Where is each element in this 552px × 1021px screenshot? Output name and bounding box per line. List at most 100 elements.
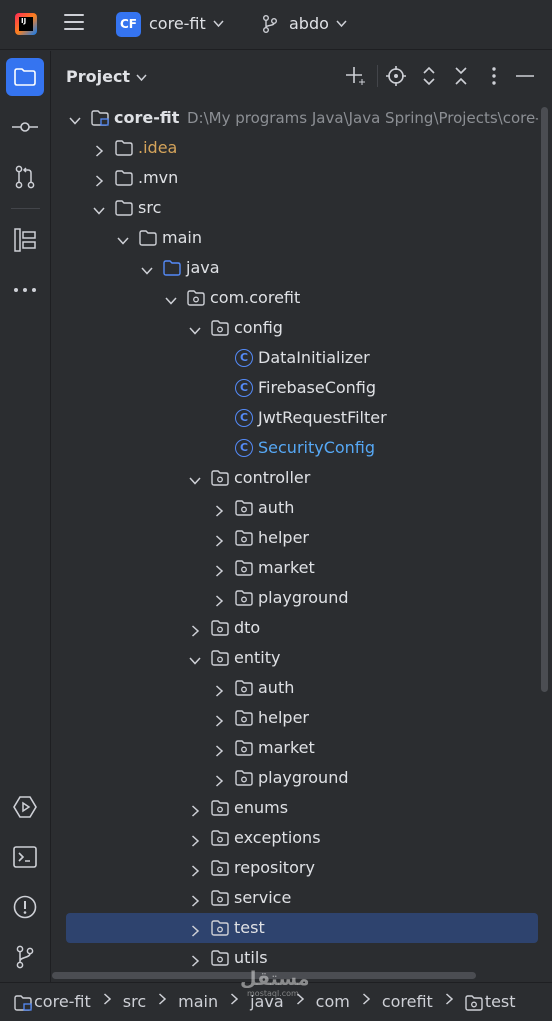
breadcrumb-item[interactable]: src <box>123 992 146 1011</box>
tree-item[interactable]: auth <box>52 673 538 703</box>
tree-item[interactable]: test <box>52 913 538 943</box>
tree-item[interactable]: config <box>52 313 538 343</box>
chevron-right-icon[interactable] <box>213 742 225 757</box>
chevron-down-icon[interactable] <box>189 652 201 665</box>
minimize-icon[interactable] <box>514 65 536 87</box>
tree-item[interactable]: core-fit D:\My programs Java\Java Spring\… <box>52 103 538 133</box>
package-icon <box>211 470 229 486</box>
tree-item[interactable]: auth <box>52 493 538 523</box>
services-tool-button[interactable] <box>6 788 44 826</box>
chevron-right-icon[interactable] <box>213 712 225 727</box>
tree-item-label: main <box>162 228 202 247</box>
pull-requests-tool-button[interactable] <box>6 158 44 196</box>
tree-item[interactable]: service <box>52 883 538 913</box>
structure-tool-button[interactable] <box>6 221 44 259</box>
breadcrumb-item[interactable]: core-fit <box>34 992 91 1011</box>
branch-name[interactable]: abdo <box>289 14 329 33</box>
tree-item[interactable]: src <box>52 193 538 223</box>
tree-item[interactable]: enums <box>52 793 538 823</box>
problems-tool-button[interactable] <box>6 888 44 926</box>
tree-item[interactable]: com.corefit <box>52 283 538 313</box>
breadcrumb-item[interactable]: corefit <box>382 992 433 1011</box>
tree-item-label: com.corefit <box>210 288 301 307</box>
tree-item[interactable]: main <box>52 223 538 253</box>
chevron-right-icon[interactable] <box>213 682 225 697</box>
project-name[interactable]: core-fit <box>149 14 206 33</box>
project-panel-header: Project <box>52 51 552 101</box>
intellij-logo-icon[interactable]: IJ <box>15 13 37 35</box>
chevron-right-icon[interactable] <box>189 802 201 817</box>
tree-item[interactable]: entity <box>52 643 538 673</box>
terminal-tool-button[interactable] <box>6 838 44 876</box>
expand-all-icon[interactable] <box>418 65 440 87</box>
tree-item[interactable]: .idea <box>52 133 538 163</box>
chevron-right-icon[interactable] <box>189 952 201 967</box>
tree-item-label: test <box>234 918 265 937</box>
tree-item-label: DataInitializer <box>258 348 370 367</box>
tree-item[interactable]: .mvn <box>52 163 538 193</box>
commit-tool-button[interactable] <box>6 108 44 146</box>
tree-item[interactable]: helper <box>52 703 538 733</box>
chevron-down-icon[interactable] <box>189 322 201 335</box>
terminal-icon <box>13 846 37 868</box>
tree-item[interactable]: C DataInitializer <box>52 343 538 373</box>
chevron-right-icon[interactable] <box>213 532 225 547</box>
package-icon <box>211 950 229 966</box>
chevron-right-icon[interactable] <box>189 862 201 877</box>
chevron-down-icon[interactable] <box>141 262 153 275</box>
chevron-right-icon[interactable] <box>93 172 105 187</box>
tree-item[interactable]: market <box>52 553 538 583</box>
chevron-right-icon[interactable] <box>189 622 201 637</box>
class-icon: C <box>235 379 253 397</box>
tree-item[interactable]: repository <box>52 853 538 883</box>
chevron-right-icon[interactable] <box>93 142 105 157</box>
folder-icon <box>115 170 133 186</box>
breadcrumb-item[interactable]: com <box>316 992 350 1011</box>
chevron-right-icon[interactable] <box>213 502 225 517</box>
collapse-all-icon[interactable] <box>450 65 472 87</box>
chevron-down-icon[interactable] <box>213 20 224 28</box>
tree-item[interactable]: controller <box>52 463 538 493</box>
tree-item[interactable]: java <box>52 253 538 283</box>
breadcrumb-item[interactable]: test <box>485 992 516 1011</box>
project-tree[interactable]: core-fit D:\My programs Java\Java Spring\… <box>52 103 538 969</box>
commit-icon <box>12 122 38 132</box>
chevron-right-icon[interactable] <box>189 922 201 937</box>
tree-item-label: java <box>186 258 220 277</box>
tree-item[interactable]: exceptions <box>52 823 538 853</box>
chevron-down-icon[interactable] <box>117 232 129 245</box>
git-tool-button[interactable] <box>6 938 44 976</box>
chevron-down-icon[interactable] <box>93 202 105 215</box>
tree-item[interactable]: C FirebaseConfig <box>52 373 538 403</box>
vertical-scrollbar[interactable] <box>541 107 548 692</box>
more-tools-button[interactable] <box>6 271 44 309</box>
chevron-right-icon[interactable] <box>189 832 201 847</box>
chevron-down-icon[interactable] <box>336 20 347 28</box>
chevron-right-icon <box>228 993 239 1009</box>
tree-item[interactable]: C SecurityConfig <box>52 433 538 463</box>
tree-item[interactable]: dto <box>52 613 538 643</box>
new-file-icon[interactable] <box>344 65 366 87</box>
breadcrumb-item[interactable]: main <box>178 992 218 1011</box>
project-tool-button[interactable] <box>6 58 44 96</box>
chevron-down-icon[interactable] <box>69 112 81 125</box>
tree-item[interactable]: helper <box>52 523 538 553</box>
panel-title[interactable]: Project <box>66 67 130 86</box>
tree-item[interactable]: market <box>52 733 538 763</box>
tree-item[interactable]: utils <box>52 943 538 969</box>
chevron-right-icon[interactable] <box>213 562 225 577</box>
tree-item[interactable]: playground <box>52 763 538 793</box>
chevron-right-icon[interactable] <box>213 772 225 787</box>
tree-item[interactable]: playground <box>52 583 538 613</box>
chevron-down-icon[interactable] <box>136 74 147 82</box>
chevron-down-icon[interactable] <box>189 472 201 485</box>
package-icon <box>235 590 253 606</box>
main-menu-icon[interactable] <box>64 14 84 34</box>
tree-item[interactable]: C JwtRequestFilter <box>52 403 538 433</box>
chevron-right-icon[interactable] <box>189 892 201 907</box>
locate-icon[interactable] <box>385 65 407 87</box>
chevron-down-icon[interactable] <box>165 292 177 305</box>
project-chip[interactable]: CF <box>116 12 141 37</box>
options-menu-icon[interactable] <box>483 65 505 87</box>
chevron-right-icon[interactable] <box>213 592 225 607</box>
